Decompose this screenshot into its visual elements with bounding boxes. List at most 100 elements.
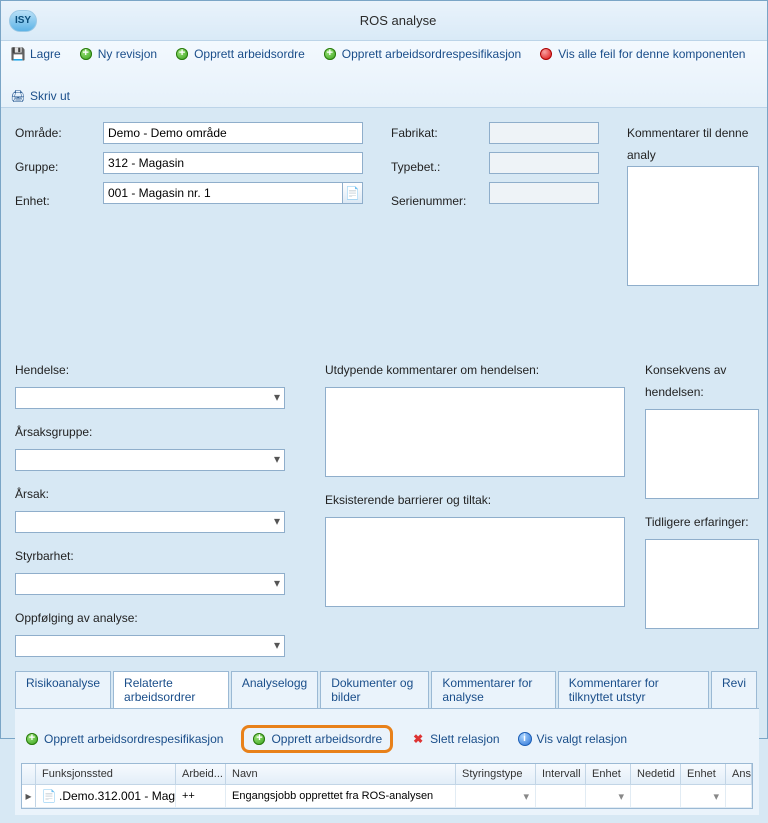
typebet-field (489, 152, 599, 174)
add-icon (252, 732, 266, 746)
arsak-dropdown[interactable] (15, 511, 285, 533)
cell-funksjonssted[interactable]: .Demo.312.001 - Mag... (36, 785, 176, 807)
panel-show-selected-button[interactable]: Vis valgt relasjon (518, 732, 628, 746)
cell-navn[interactable]: Engangsjobb opprettet fra ROS-analysen (226, 785, 456, 807)
add-icon (175, 47, 189, 61)
document-icon (346, 186, 360, 200)
add-icon (25, 732, 39, 746)
app-logo: ISY (9, 10, 37, 32)
panel-delete-relation-button[interactable]: Slett relasjon (411, 732, 499, 746)
utdypende-textarea[interactable] (325, 387, 625, 477)
print-button[interactable]: Skriv ut (11, 89, 70, 103)
label-eksisterende: Eksisterende barrierer og tiltak: (325, 489, 625, 511)
tidligere-textarea[interactable] (645, 539, 759, 629)
col-nedetid[interactable]: Nedetid (631, 764, 681, 784)
print-label: Skriv ut (30, 89, 70, 103)
cell-funksjonssted-text: .Demo.312.001 - Mag... (59, 789, 176, 803)
cell-nedetid[interactable] (631, 785, 681, 807)
cell-ansv[interactable] (726, 785, 752, 807)
enhet-field[interactable] (103, 182, 343, 204)
create-workorder-button[interactable]: Opprett arbeidsordre (175, 47, 305, 61)
panel-toolbar: Opprett arbeidsordrespesifikasjon Oppret… (21, 719, 753, 763)
main-toolbar: Lagre Ny revisjon Opprett arbeidsordre O… (1, 41, 767, 108)
enhet-lookup-button[interactable] (343, 182, 363, 204)
window-title: ROS analyse (37, 13, 759, 28)
panel-delete-rel-label: Slett relasjon (430, 732, 499, 746)
label-tidligere: Tidligere erfaringer: (645, 511, 759, 533)
cell-enhet2[interactable] (681, 785, 726, 807)
label-enhet: Enhet: (15, 190, 95, 212)
label-styrbarhet: Styrbarhet: (15, 545, 305, 567)
workorder-grid: Funksjonssted Arbeid... Navn Styringstyp… (21, 763, 753, 809)
form-top: Område: Gruppe: Enhet: Fabrikat: Typebet… (15, 122, 759, 289)
new-revision-button[interactable]: Ny revisjon (79, 47, 157, 61)
konsekvens-textarea[interactable] (645, 409, 759, 499)
panel-create-workorder-button[interactable]: Opprett arbeidsordre (252, 732, 382, 746)
label-gruppe: Gruppe: (15, 156, 95, 178)
col-intervall[interactable]: Intervall (536, 764, 586, 784)
col-ansv[interactable]: Ansv (726, 764, 752, 784)
col-arbeid[interactable]: Arbeid... (176, 764, 226, 784)
tab-risikoanalyse[interactable]: Risikoanalyse (15, 671, 111, 708)
label-fabrikat: Fabrikat: (391, 122, 481, 144)
tabstrip: Risikoanalyse Relaterte arbeidsordrer An… (15, 671, 759, 708)
table-row[interactable]: ▸ .Demo.312.001 - Mag... ++ Engangsjobb … (22, 785, 752, 808)
save-icon (11, 47, 25, 61)
arsaksgruppe-dropdown[interactable] (15, 449, 285, 471)
add-icon (323, 47, 337, 61)
delete-icon (411, 732, 425, 746)
show-all-errors-button[interactable]: Vis alle feil for denne komponenten (539, 47, 745, 61)
cell-enhet1[interactable] (586, 785, 631, 807)
label-serienummer: Serienummer: (391, 190, 481, 212)
label-arsaksgruppe: Årsaksgruppe: (15, 421, 305, 443)
panel-create-wo-label: Opprett arbeidsordre (271, 732, 382, 746)
label-hendelse: Hendelse: (15, 359, 305, 381)
add-icon (79, 47, 93, 61)
serienummer-field (489, 182, 599, 204)
save-label: Lagre (30, 47, 61, 61)
kommentarer-analyse-textarea[interactable] (627, 166, 759, 286)
bug-icon (539, 47, 553, 61)
cell-arbeid[interactable]: ++ (176, 785, 226, 807)
section-analysis: Hendelse: Årsaksgruppe: Årsak: Styrbarhe… (15, 359, 759, 657)
tab-dokumenter-og-bilder[interactable]: Dokumenter og bilder (320, 671, 429, 708)
cell-styringstype[interactable] (456, 785, 536, 807)
label-konsekvens: Konsekvens av hendelsen: (645, 359, 759, 403)
tab-kommentarer-analyse[interactable]: Kommentarer for analyse (431, 671, 555, 708)
cell-intervall[interactable] (536, 785, 586, 807)
eksisterende-textarea[interactable] (325, 517, 625, 607)
tab-kommentarer-utstyr[interactable]: Kommentarer for tilknyttet utstyr (558, 671, 709, 708)
fabrikat-field (489, 122, 599, 144)
panel-create-spec-button[interactable]: Opprett arbeidsordrespesifikasjon (25, 732, 223, 746)
document-icon (42, 789, 56, 803)
highlight-annotation: Opprett arbeidsordre (241, 725, 393, 753)
panel-create-spec-label: Opprett arbeidsordrespesifikasjon (44, 732, 223, 746)
save-button[interactable]: Lagre (11, 47, 61, 61)
label-kommentarer-analyse: Kommentarer til denne analy (627, 122, 759, 166)
col-styringstype[interactable]: Styringstype (456, 764, 536, 784)
create-workorder-spec-button[interactable]: Opprett arbeidsordrespesifikasjon (323, 47, 521, 61)
tab-revi[interactable]: Revi (711, 671, 757, 708)
tab-analyselogg[interactable]: Analyselogg (231, 671, 318, 708)
label-oppfolging: Oppfølging av analyse: (15, 607, 305, 629)
row-selector-header (22, 764, 36, 784)
tab-relaterte-arbeidsordrer[interactable]: Relaterte arbeidsordrer (113, 671, 229, 708)
content-area: Område: Gruppe: Enhet: Fabrikat: Typebet… (1, 108, 767, 823)
show-all-errors-label: Vis alle feil for denne komponenten (558, 47, 745, 61)
row-marker: ▸ (22, 785, 36, 807)
panel-show-sel-label: Vis valgt relasjon (537, 732, 628, 746)
tab-panel: Opprett arbeidsordrespesifikasjon Oppret… (15, 708, 759, 815)
hendelse-dropdown[interactable] (15, 387, 285, 409)
titlebar: ISY ROS analyse (1, 1, 767, 41)
create-workorder-label: Opprett arbeidsordre (194, 47, 305, 61)
col-funksjonssted[interactable]: Funksjonssted (36, 764, 176, 784)
col-enhet2[interactable]: Enhet (681, 764, 726, 784)
gruppe-field[interactable] (103, 152, 363, 174)
col-navn[interactable]: Navn (226, 764, 456, 784)
col-enhet1[interactable]: Enhet (586, 764, 631, 784)
oppfolging-dropdown[interactable] (15, 635, 285, 657)
omrade-field[interactable] (103, 122, 363, 144)
styrbarhet-dropdown[interactable] (15, 573, 285, 595)
label-arsak: Årsak: (15, 483, 305, 505)
label-typebet: Typebet.: (391, 156, 481, 178)
